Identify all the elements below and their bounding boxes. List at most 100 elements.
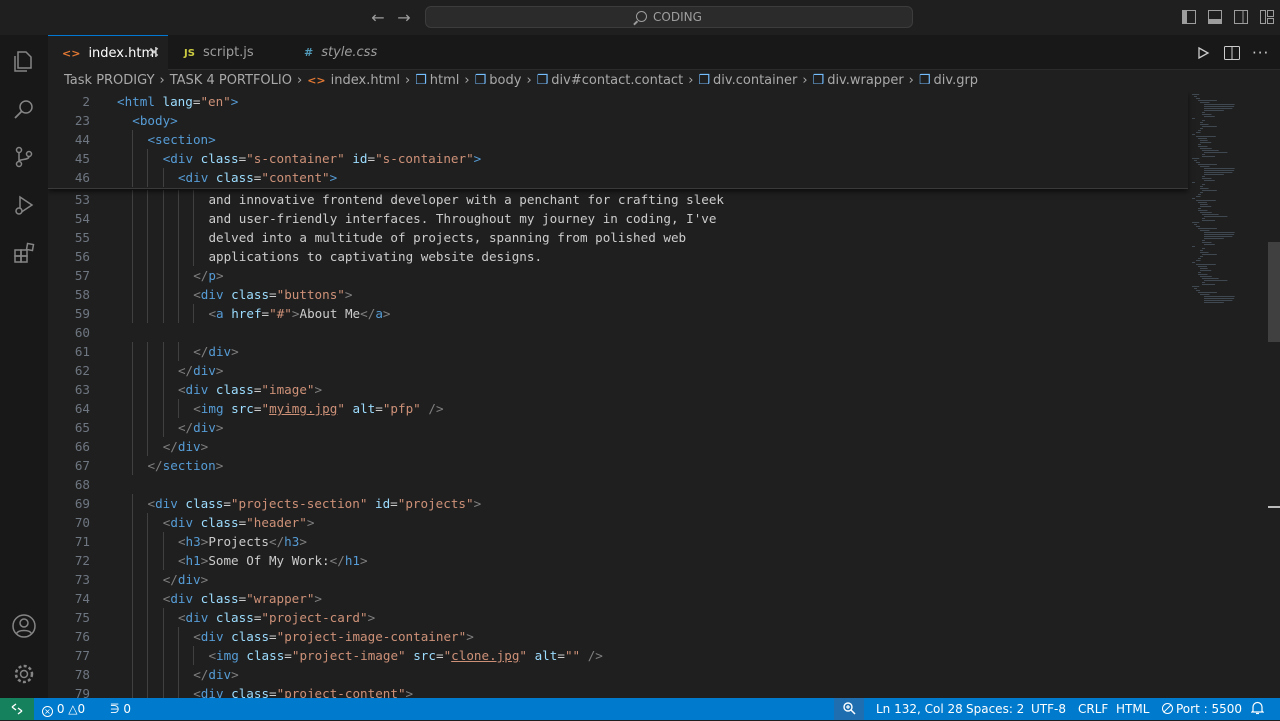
code-line[interactable]: 64 <img src="myimg.jpg" alt="pfp" /> (48, 399, 1188, 418)
code-line[interactable]: 45 <div class="s-container" id="s-contain… (48, 149, 1188, 168)
code-line[interactable]: 2 <html lang="en"> (48, 92, 1188, 111)
code-editor[interactable]: 2 <html lang="en"> 23 <body> 44 <section> 45 <d… (48, 92, 1280, 698)
customize-layout-icon[interactable] (1260, 10, 1274, 24)
search-icon[interactable] (0, 85, 48, 133)
code-line[interactable]: 79 <div class="project-content"> (48, 684, 1188, 698)
code-line[interactable]: 63 <div class="image"> (48, 380, 1188, 399)
code-line[interactable]: 60 (48, 323, 1188, 342)
minimap-line (1194, 160, 1197, 161)
breadcrumb-item[interactable]: div.wrapper (827, 70, 903, 92)
code-line[interactable]: 61 </div> (48, 342, 1188, 361)
back-arrow-icon[interactable]: ← (368, 8, 388, 28)
encoding[interactable]: UTF-8 (1031, 698, 1066, 720)
minimap-line (1204, 108, 1233, 109)
indent-guide (147, 228, 149, 247)
run-and-debug-icon[interactable] (0, 181, 48, 229)
code-line[interactable]: 74 <div class="wrapper"> (48, 589, 1188, 608)
minimap-line (1202, 120, 1205, 121)
code-line[interactable]: 77 <img class="project-image" src="clone.… (48, 646, 1188, 665)
code-line[interactable]: 71 <h3>Projects</h3> (48, 532, 1188, 551)
code-line[interactable]: 70 <div class="header"> (48, 513, 1188, 532)
end-of-line[interactable]: CRLF (1078, 698, 1108, 720)
minimap-line (1204, 234, 1235, 235)
extensions-icon[interactable] (0, 229, 48, 277)
command-center-search[interactable]: CODING (425, 6, 913, 28)
warning-count: 0 (77, 702, 86, 716)
run-icon[interactable] (1196, 46, 1210, 60)
code-token: </ (193, 667, 209, 682)
breadcrumb-item[interactable]: Task PRODIGY (64, 70, 155, 92)
code-token: div (200, 287, 232, 302)
code-line[interactable]: 58 <div class="buttons"> (48, 285, 1188, 304)
breadcrumb-item[interactable]: body (489, 70, 521, 92)
breadcrumb-item[interactable]: TASK 4 PORTFOLIO (170, 70, 292, 92)
live-server-port[interactable]: Port : 5500 (1162, 698, 1242, 720)
code-line[interactable]: 56 applications to captivating website de… (48, 247, 1188, 266)
source-control-icon[interactable] (0, 133, 48, 181)
toggle-panel-icon[interactable] (1208, 10, 1222, 24)
forward-arrow-icon[interactable]: → (394, 8, 414, 28)
breadcrumb-item[interactable]: div#contact.contact (551, 70, 683, 92)
error-count: 0 (56, 702, 65, 716)
sticky-scroll-header[interactable]: 2 <html lang="en"> 23 <body> 44 <section> 45 <d… (48, 92, 1188, 189)
zoom-indicator[interactable] (834, 698, 864, 720)
tab-script-js[interactable]: JS script.js (168, 35, 288, 70)
code-line[interactable]: 57 </p> (48, 266, 1188, 285)
language-mode[interactable]: HTML (1116, 698, 1149, 720)
minimap-line (1204, 216, 1228, 217)
explorer-icon[interactable] (0, 37, 48, 85)
remote-indicator[interactable] (0, 698, 34, 720)
settings-gear-icon[interactable] (0, 650, 48, 698)
breadcrumb-item[interactable]: index.html (331, 70, 400, 92)
code-line[interactable]: 23 <body> (48, 111, 1188, 130)
minimap-line (1198, 272, 1201, 273)
code-line[interactable]: 68 (48, 475, 1188, 494)
code-line[interactable]: 59 <a href="#">About Me</a> (48, 304, 1188, 323)
toggle-secondary-sidebar-icon[interactable] (1234, 10, 1248, 24)
code-line[interactable]: 62 </div> (48, 361, 1188, 380)
code-token: > (230, 94, 239, 109)
tab-index-html[interactable]: <> index.html ✕ (48, 35, 168, 70)
cursor-position[interactable]: Ln 132, Col 28 (876, 698, 963, 720)
toggle-primary-sidebar-icon[interactable] (1182, 10, 1196, 24)
line-number: 70 (74, 515, 90, 530)
element-icon: ❒ (415, 73, 427, 88)
vertical-scrollbar[interactable] (1266, 92, 1280, 698)
code-token: </ (329, 553, 345, 568)
minimap-line (1204, 236, 1233, 237)
breadcrumb-item[interactable]: html (430, 70, 460, 92)
notifications-bell-icon[interactable] (1250, 698, 1265, 720)
code-line[interactable]: 44 <section> (48, 130, 1188, 149)
code-line[interactable]: 75 <div class="project-card"> (48, 608, 1188, 627)
problems-indicator[interactable]: × 0 △0 (42, 698, 85, 720)
indentation[interactable]: Spaces: 2 (966, 698, 1024, 720)
accounts-icon[interactable] (0, 602, 48, 650)
code-line[interactable]: 76 <div class="project-image-container"> (48, 627, 1188, 646)
more-actions-icon[interactable]: ··· (1252, 44, 1269, 62)
indent-guide (147, 437, 149, 456)
code-line[interactable]: 66 </div> (48, 437, 1188, 456)
code-line[interactable]: 72 <h1>Some Of My Work:</h1> (48, 551, 1188, 570)
code-line[interactable]: 55 delved into a multitude of projects, s… (48, 228, 1188, 247)
split-editor-icon[interactable] (1224, 45, 1240, 60)
code-line[interactable]: 54 and user-friendly interfaces. Througho… (48, 209, 1188, 228)
tab-style-css[interactable]: # style.css (288, 35, 408, 70)
breadcrumb-item[interactable]: div.container (713, 70, 797, 92)
code-text: <div class="project-content"> (193, 684, 413, 698)
line-number: 69 (74, 496, 90, 511)
minimap-line (1204, 170, 1235, 171)
code-line[interactable]: 78 </div> (48, 665, 1188, 684)
code-line[interactable]: 65 </div> (48, 418, 1188, 437)
scrollbar-thumb[interactable] (1268, 242, 1280, 342)
code-line[interactable]: 73 </div> (48, 570, 1188, 589)
breadcrumb-item[interactable]: div.grp (934, 70, 979, 92)
code-line[interactable]: 53 and innovative frontend developer with… (48, 190, 1188, 209)
code-line[interactable]: 67 </section> (48, 456, 1188, 475)
code-line[interactable]: 46 <div class="content"> (48, 168, 1188, 187)
code-token: " (519, 648, 527, 663)
close-icon[interactable]: ✕ (148, 36, 160, 71)
code-text: </div> (178, 361, 224, 380)
minimap[interactable] (1188, 92, 1268, 698)
ports-indicator[interactable]: ⋽ 0 (110, 698, 131, 720)
code-line[interactable]: 69 <div class="projects-section" id="proj… (48, 494, 1188, 513)
